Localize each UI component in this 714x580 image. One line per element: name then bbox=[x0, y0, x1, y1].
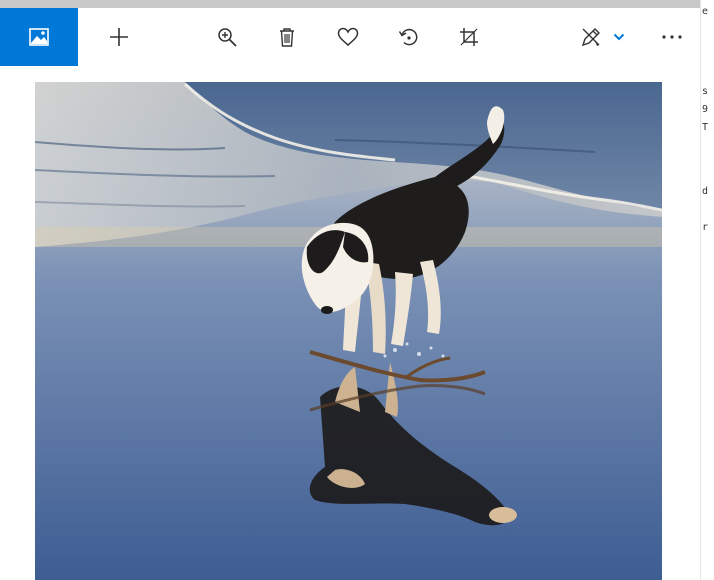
edge-text-fragment: d bbox=[702, 186, 709, 197]
view-photo-button[interactable] bbox=[0, 8, 78, 66]
background-window-edge: e s 9 T d r bbox=[700, 0, 714, 580]
crop-button[interactable] bbox=[448, 8, 490, 66]
plus-icon bbox=[110, 28, 128, 46]
zoom-button[interactable] bbox=[206, 8, 248, 66]
dog-on-beach-photo[interactable] bbox=[35, 82, 662, 580]
crop-icon bbox=[460, 28, 478, 46]
favorite-button[interactable] bbox=[327, 8, 369, 66]
edge-text-fragment: s bbox=[702, 86, 709, 97]
photo-image bbox=[35, 82, 662, 580]
chevron-down-icon bbox=[613, 33, 625, 41]
edge-text-fragment: r bbox=[702, 222, 709, 233]
trash-icon bbox=[280, 28, 294, 47]
delete-button[interactable] bbox=[266, 8, 308, 66]
edge-text-fragment: e bbox=[702, 6, 709, 17]
image-icon bbox=[29, 28, 49, 46]
zoom-in-icon bbox=[218, 28, 237, 47]
pen-edit-icon bbox=[581, 28, 600, 47]
rotate-icon bbox=[398, 28, 418, 46]
edit-dropdown-button[interactable] bbox=[609, 8, 629, 66]
more-horizontal-icon bbox=[662, 35, 682, 39]
edge-text-fragment: 9 bbox=[702, 104, 709, 115]
rotate-button[interactable] bbox=[388, 8, 430, 66]
add-button[interactable] bbox=[98, 8, 140, 66]
photo-toolbar bbox=[0, 8, 700, 66]
window-top-strip bbox=[0, 0, 700, 8]
edit-create-button[interactable] bbox=[571, 8, 611, 66]
heart-icon bbox=[337, 27, 359, 46]
more-options-button[interactable] bbox=[650, 8, 694, 66]
photo-viewer-canvas bbox=[0, 66, 700, 580]
edge-text-fragment: T bbox=[702, 122, 709, 133]
